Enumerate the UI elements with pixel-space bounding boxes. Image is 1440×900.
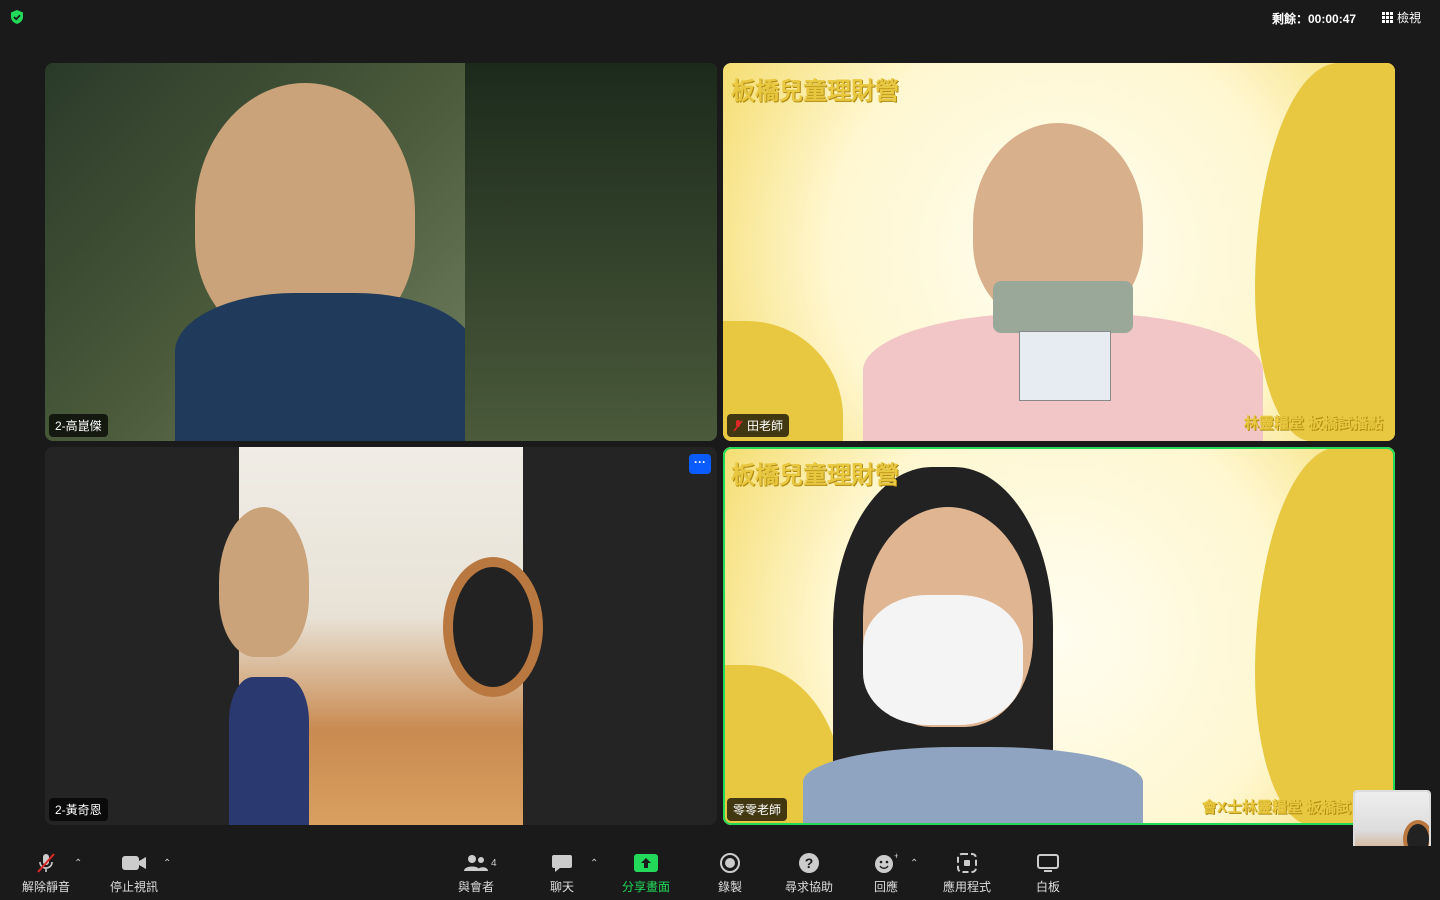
reactions-options-caret-icon[interactable]: ⌃ [910, 858, 918, 869]
video-options-caret-icon[interactable]: ⌃ [163, 858, 171, 869]
chat-label: 聊天 [549, 879, 574, 894]
participants-label: 與會者 [457, 879, 494, 894]
video-tile-participant-3[interactable]: ··· 2-黃奇恩 [45, 447, 717, 825]
chat-options-caret-icon[interactable]: ⌃ [590, 858, 598, 869]
participant-name-tag: 2-高崑傑 [49, 414, 108, 437]
encryption-shield-icon[interactable] [9, 9, 25, 25]
view-label: 檢視 [1397, 11, 1422, 25]
share-screen-icon [633, 852, 659, 874]
participant-name-tag: 零零老師 [727, 798, 788, 821]
background-title: 板橋兒童理財營 [731, 460, 899, 489]
ask-for-help-button[interactable]: ? 尋求協助 [776, 846, 842, 900]
stop-video-button[interactable]: 停止視訊 [102, 846, 166, 900]
stop-video-label: 停止視訊 [109, 879, 158, 894]
view-button[interactable]: 檢視 [1382, 9, 1421, 26]
video-feed: 板橋兒童理財營 林靈糧堂 板橋試播點 [723, 63, 1395, 441]
mic-muted-icon [33, 852, 59, 874]
share-screen-button[interactable]: 分享畫面 [614, 846, 678, 900]
face-mask [863, 595, 1023, 725]
participants-count: 4 [491, 858, 497, 869]
participant-name-tag: 田老師 [727, 414, 790, 437]
chat-bubble-icon [549, 852, 575, 874]
video-feed [45, 63, 717, 441]
background-title: 板橋兒童理財營 [731, 76, 899, 105]
unmute-label: 解除靜音 [21, 879, 70, 894]
participant-name: 零零老師 [733, 803, 782, 817]
video-tile-participant-2[interactable]: 板橋兒童理財營 林靈糧堂 板橋試播點 田老師 [723, 63, 1395, 441]
background-footer: 林靈糧堂 板橋試播點 [1243, 415, 1383, 432]
video-feed [219, 447, 543, 825]
top-bar: 剩餘：00:00:47 檢視 [0, 0, 1440, 34]
reactions-button[interactable]: + 回應 [856, 846, 916, 900]
participant-name: 田老師 [747, 419, 784, 433]
video-feed: 板橋兒童理財營 會X士林靈糧堂 板橋試 [723, 447, 1395, 825]
participants-button[interactable]: 與會者 [446, 846, 506, 900]
participant-name: 2-高崑傑 [55, 419, 102, 433]
participant-name-tag: 2-黃奇恩 [49, 798, 108, 821]
apps-button[interactable]: 應用程式 [934, 846, 1000, 900]
record-label: 錄製 [717, 879, 742, 894]
record-icon [717, 852, 743, 874]
smiley-icon: + [873, 852, 899, 874]
chat-button[interactable]: 聊天 [532, 846, 592, 900]
reactions-label: 回應 [873, 879, 898, 894]
round-window [443, 557, 543, 697]
svg-text:?: ? [805, 855, 814, 871]
participants-icon [463, 852, 489, 874]
meeting-toolbar: 解除靜音 ⌃ 停止視訊 ⌃ 與會者 4 聊天 ⌃ 分享畫面 錄製 ? 尋求協助 … [0, 846, 1440, 900]
name-card [1019, 331, 1111, 401]
share-screen-label: 分享畫面 [621, 879, 670, 894]
remaining-time: 剩餘：00:00:47 [1272, 12, 1357, 26]
video-camera-icon [121, 852, 147, 874]
video-tile-participant-1[interactable]: 2-高崑傑 [45, 63, 717, 441]
participant-figure [219, 507, 309, 657]
whiteboard-label: 白板 [1035, 879, 1060, 894]
face-mask [993, 281, 1133, 333]
unmute-button[interactable]: 解除靜音 [14, 846, 78, 900]
ask-for-help-label: 尋求協助 [784, 879, 833, 894]
whiteboard-icon [1035, 852, 1061, 874]
participant-name: 2-黃奇恩 [55, 803, 102, 817]
background-footer: 會X士林靈糧堂 板橋試 [1201, 799, 1351, 816]
help-question-icon: ? [796, 852, 822, 874]
grid-view-icon [1382, 12, 1393, 23]
svg-text:+: + [894, 852, 898, 861]
mic-muted-icon [733, 419, 743, 431]
whiteboard-button[interactable]: 白板 [1018, 846, 1078, 900]
audio-options-caret-icon[interactable]: ⌃ [74, 858, 82, 869]
apps-label: 應用程式 [942, 879, 991, 894]
video-tile-active-speaker[interactable]: 板橋兒童理財營 會X士林靈糧堂 板橋試 零零老師 [723, 447, 1395, 825]
record-button[interactable]: 錄製 [700, 846, 760, 900]
more-options-button[interactable]: ··· [689, 454, 711, 474]
apps-icon [954, 852, 980, 874]
